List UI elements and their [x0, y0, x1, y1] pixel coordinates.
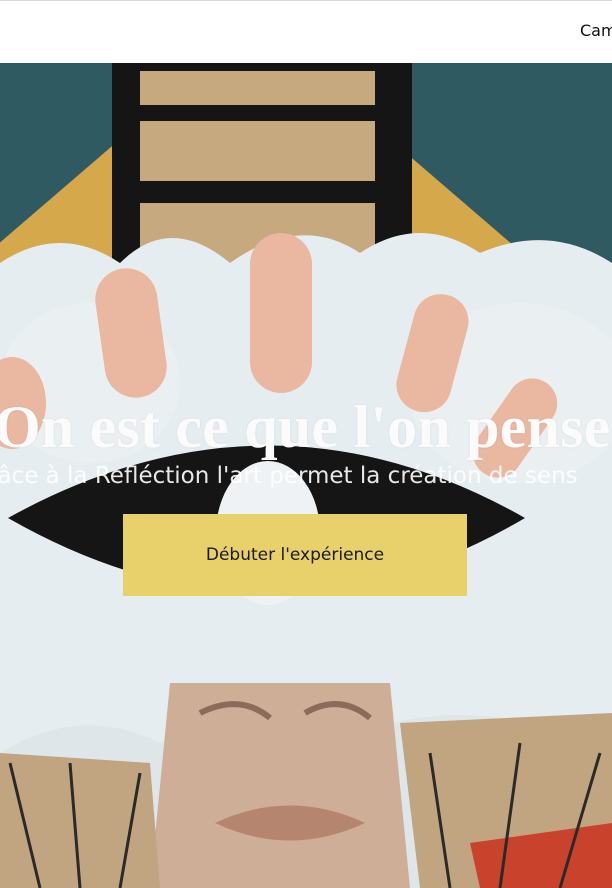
- nav-link-cam[interactable]: Cam: [580, 21, 612, 40]
- hero-section: On est ce que l'on pense râce à la Reflé…: [0, 63, 612, 888]
- hero-title: On est ce que l'on pense: [0, 394, 611, 461]
- start-experience-button[interactable]: Débuter l'expérience: [123, 514, 467, 596]
- hero-subtitle: râce à la Refléction l'art permet la cré…: [0, 463, 578, 489]
- top-navigation-bar: Cam: [0, 0, 612, 63]
